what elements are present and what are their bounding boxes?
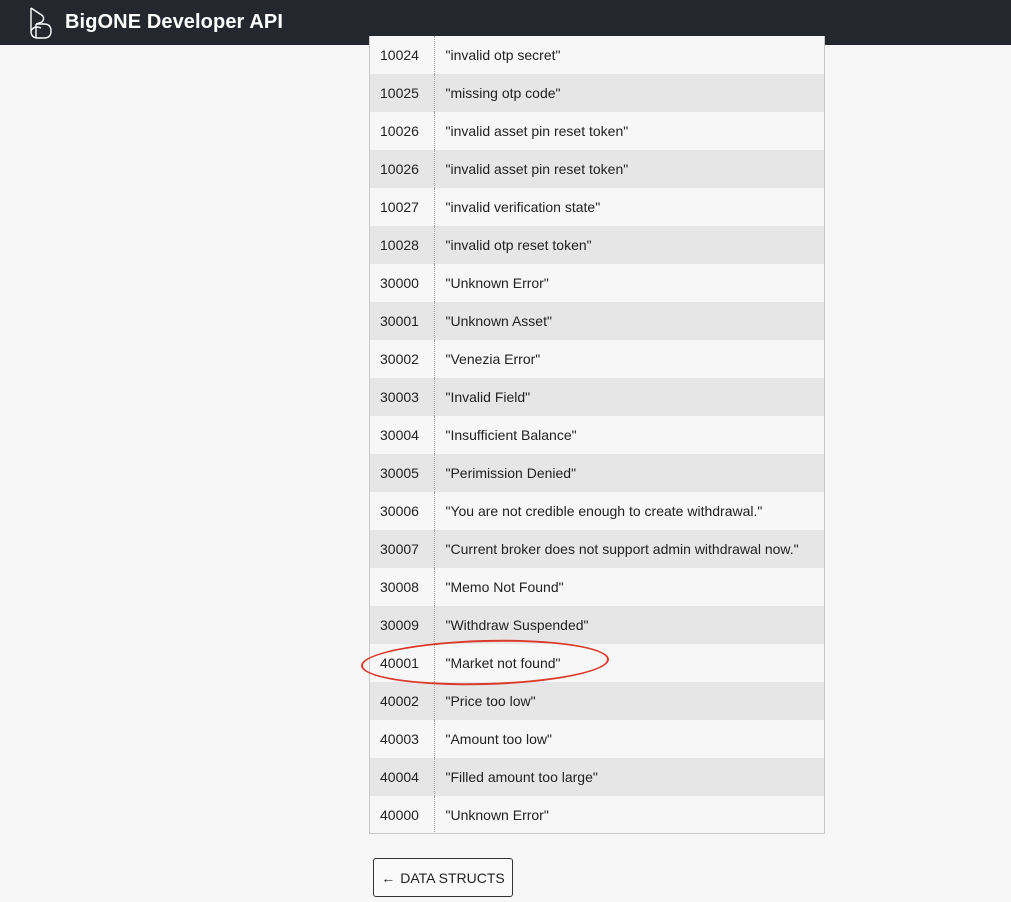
error-code-cell: 10026 (370, 112, 435, 150)
table-row: 40000 "Unknown Error" (370, 796, 824, 833)
error-code-cell: 40003 (370, 720, 435, 758)
error-message-cell: "Unknown Error" (434, 264, 824, 302)
table-row: 10026 "invalid asset pin reset token" (370, 112, 824, 150)
error-code-cell: 40001 (370, 644, 435, 682)
error-code-cell: 30008 (370, 568, 435, 606)
table-row: 40002 "Price too low" (370, 682, 824, 720)
prev-page-button[interactable]: ← DATA STRUCTS (373, 858, 513, 897)
table-row: 30001 "Unknown Asset" (370, 302, 824, 340)
table-row: 30003 "Invalid Field" (370, 378, 824, 416)
error-message-cell: "Price too low" (434, 682, 824, 720)
table-row: 10024 "invalid otp secret" (370, 36, 824, 74)
error-code-cell: 10024 (370, 36, 435, 74)
error-message-cell: "Amount too low" (434, 720, 824, 758)
error-code-cell: 40004 (370, 758, 435, 796)
table-row: 30004 "Insufficient Balance" (370, 416, 824, 454)
error-code-cell: 30002 (370, 340, 435, 378)
error-message-cell: "Current broker does not support admin w… (434, 530, 824, 568)
table-row: 40003 "Amount too low" (370, 720, 824, 758)
brand-title[interactable]: BigONE Developer API (65, 11, 283, 34)
error-code-cell: 10025 (370, 74, 435, 112)
table-row: 10025 "missing otp code" (370, 74, 824, 112)
bigone-logo-icon[interactable] (27, 5, 55, 41)
table-row: 30005 "Perimission Denied" (370, 454, 824, 492)
error-message-cell: "invalid verification state" (434, 188, 824, 226)
table-row: 30000 "Unknown Error" (370, 264, 824, 302)
error-message-cell: "Unknown Asset" (434, 302, 824, 340)
error-message-cell: "Market not found" (434, 644, 824, 682)
error-message-cell: "Unknown Error" (434, 796, 824, 833)
error-message-cell: "Insufficient Balance" (434, 416, 824, 454)
prev-page-label: DATA STRUCTS (400, 869, 505, 886)
table-row: 30008 "Memo Not Found" (370, 568, 824, 606)
table-row: 40004 "Filled amount too large" (370, 758, 824, 796)
error-code-cell: 30000 (370, 264, 435, 302)
table-row: 10026 "invalid asset pin reset token" (370, 150, 824, 188)
error-message-cell: "missing otp code" (434, 74, 824, 112)
table-row: 30006 "You are not credible enough to cre… (370, 492, 824, 530)
error-message-cell: "Filled amount too large" (434, 758, 824, 796)
error-code-cell: 30001 (370, 302, 435, 340)
error-code-cell: 40000 (370, 796, 435, 833)
error-message-cell: "invalid otp reset token" (434, 226, 824, 264)
table-row: 30009 "Withdraw Suspended" (370, 606, 824, 644)
table-row: 30002 "Venezia Error" (370, 340, 824, 378)
error-code-cell: 10028 (370, 226, 435, 264)
error-message-cell: "Withdraw Suspended" (434, 606, 824, 644)
error-code-cell: 40002 (370, 682, 435, 720)
arrow-left-icon: ← (381, 869, 396, 886)
error-code-cell: 30004 (370, 416, 435, 454)
table-row: 10027 "invalid verification state" (370, 188, 824, 226)
error-code-cell: 30007 (370, 530, 435, 568)
error-message-cell: "invalid otp secret" (434, 36, 824, 74)
error-message-cell: "Perimission Denied" (434, 454, 824, 492)
error-code-cell: 10027 (370, 188, 435, 226)
table-row: 40001 "Market not found" (370, 644, 824, 682)
error-message-cell: "invalid asset pin reset token" (434, 150, 824, 188)
error-message-cell: "You are not credible enough to create w… (434, 492, 824, 530)
table-row: 30007 "Current broker does not support ad… (370, 530, 824, 568)
error-message-cell: "Memo Not Found" (434, 568, 824, 606)
error-message-cell: "Invalid Field" (434, 378, 824, 416)
error-code-cell: 30005 (370, 454, 435, 492)
table-row: 10028 "invalid otp reset token" (370, 226, 824, 264)
error-code-cell: 30003 (370, 378, 435, 416)
error-code-cell: 10026 (370, 150, 435, 188)
error-code-cell: 30009 (370, 606, 435, 644)
error-codes-table: 10024 "invalid otp secret" 10025 "missing o… (369, 36, 825, 834)
error-message-cell: "Venezia Error" (434, 340, 824, 378)
error-code-cell: 30006 (370, 492, 435, 530)
error-message-cell: "invalid asset pin reset token" (434, 112, 824, 150)
